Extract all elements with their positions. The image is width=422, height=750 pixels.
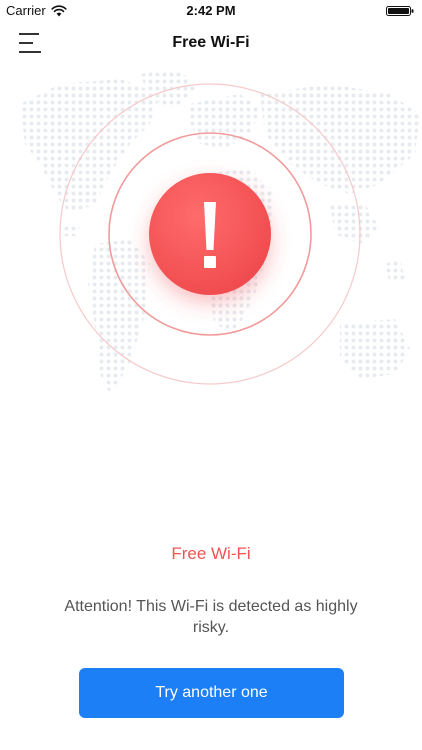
nav-bar: Free Wi-Fi — [0, 22, 422, 64]
status-bar: Carrier 2:42 PM — [0, 0, 422, 22]
network-name: Free Wi-Fi — [171, 544, 251, 563]
alert-hero — [0, 64, 422, 484]
page-title: Free Wi-Fi — [172, 34, 250, 51]
try-another-button[interactable]: Try another one — [79, 668, 344, 718]
risk-message: Attention! This Wi-Fi is detected as hig… — [64, 598, 358, 636]
world-map-background — [20, 69, 420, 394]
battery-icon — [386, 6, 414, 16]
exclamation-icon — [204, 202, 216, 268]
status-time: 2:42 PM — [186, 3, 236, 18]
